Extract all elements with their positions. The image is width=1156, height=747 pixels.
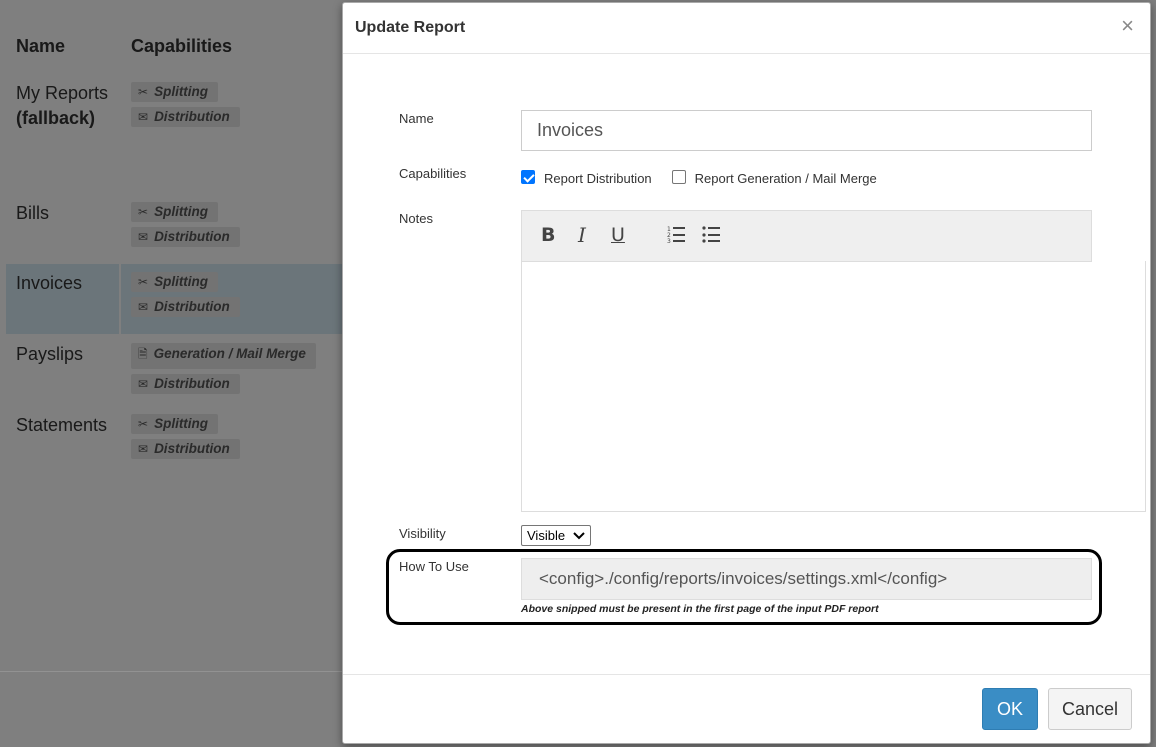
checkbox-label: Report Generation / Mail Merge <box>694 171 877 186</box>
background-divider <box>0 671 345 672</box>
visibility-value: Visible <box>527 528 566 543</box>
visibility-select[interactable]: Visible <box>521 525 591 546</box>
ordered-list-icon[interactable]: 1 2 3 <box>667 225 687 251</box>
checkbox-label: Report Distribution <box>544 171 652 186</box>
close-icon[interactable]: × <box>1121 15 1134 37</box>
notes-label: Notes <box>399 211 433 226</box>
config-snippet[interactable]: <config>./config/reports/invoices/settin… <box>521 558 1092 600</box>
name-input[interactable] <box>521 110 1092 151</box>
visibility-label: Visibility <box>399 526 446 541</box>
capability-option-distribution[interactable]: Report Distribution <box>521 169 652 186</box>
capabilities-options: Report Distribution Report Generation / … <box>521 169 897 186</box>
capabilities-label: Capabilities <box>399 166 467 181</box>
name-label: Name <box>399 111 434 126</box>
editor-divider <box>521 261 1092 262</box>
underline-button[interactable]: U <box>611 223 625 247</box>
dialog-footer-divider <box>343 674 1150 675</box>
bold-button[interactable]: B <box>541 223 555 247</box>
notes-editor[interactable] <box>521 261 1146 512</box>
cancel-button[interactable]: Cancel <box>1048 688 1132 730</box>
report-distribution-checkbox[interactable] <box>521 169 535 184</box>
notes-editor-toolbar: B I U 1 2 3 <box>521 210 1092 261</box>
dialog-header: Update Report × <box>343 3 1150 54</box>
how-to-use-label: How To Use <box>399 559 469 574</box>
capability-option-generation[interactable]: Report Generation / Mail Merge <box>671 169 877 186</box>
bullet-list-icon[interactable] <box>702 225 722 251</box>
how-to-use-help: Above snipped must be present in the fir… <box>521 603 879 615</box>
update-report-dialog: Update Report × Name Capabilities Report… <box>342 2 1151 744</box>
report-generation-checkbox[interactable] <box>671 169 686 184</box>
ok-button[interactable]: OK <box>982 688 1038 730</box>
italic-button[interactable]: I <box>578 223 586 247</box>
chevron-down-icon <box>573 526 585 551</box>
dialog-title: Update Report <box>355 19 466 36</box>
svg-text:3: 3 <box>667 238 671 245</box>
